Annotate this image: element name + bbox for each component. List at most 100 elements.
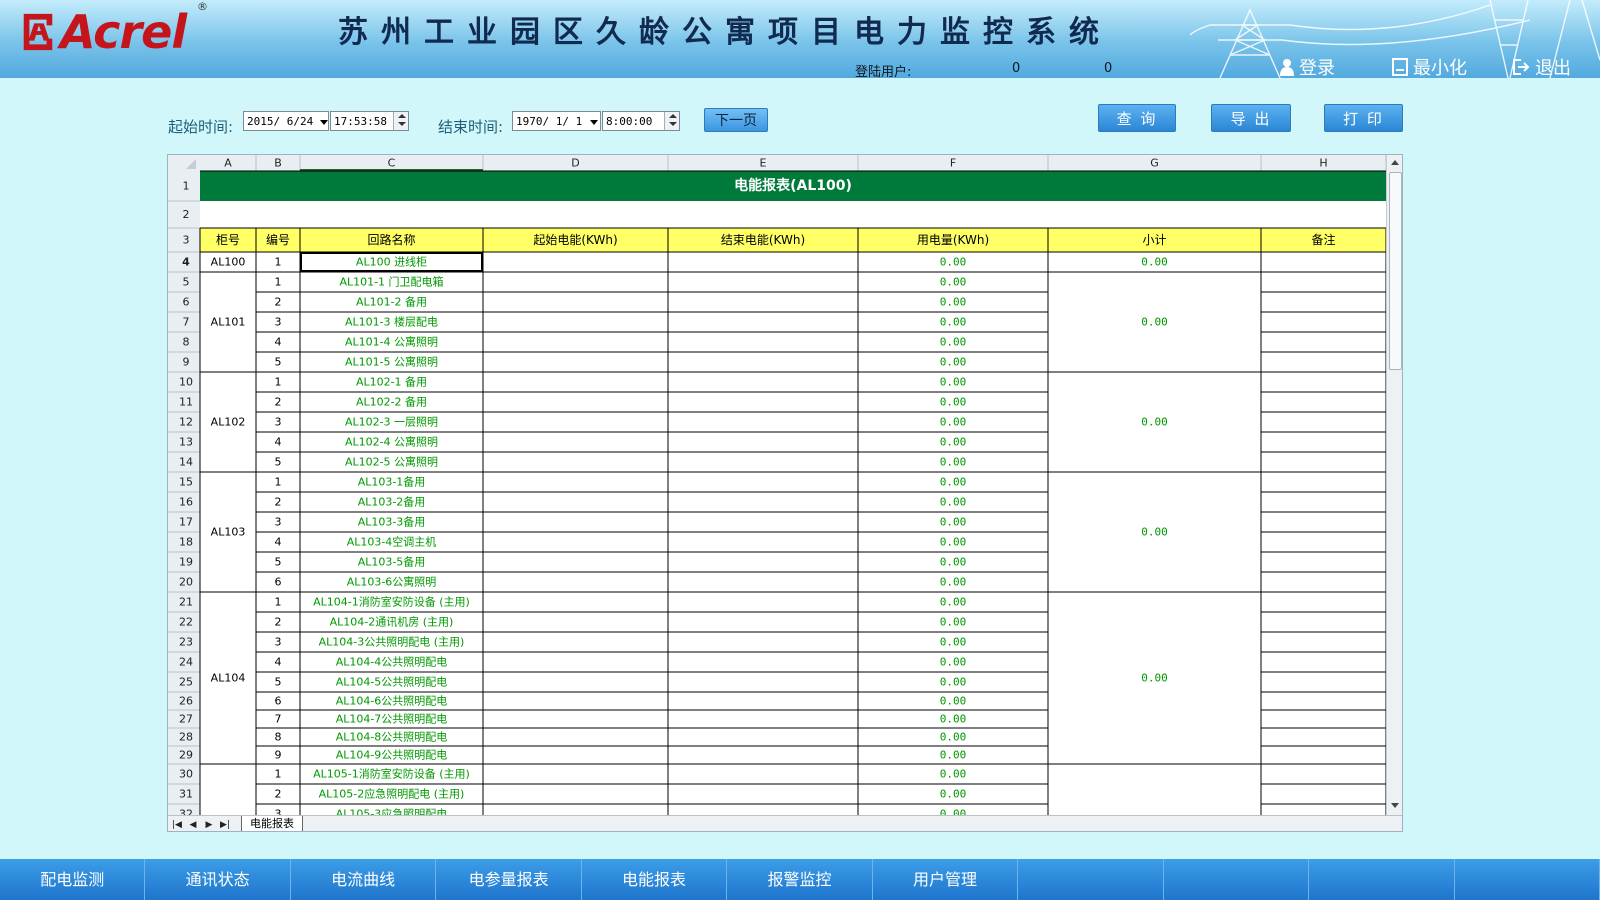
column-header-A: A — [224, 157, 232, 170]
nav-item-3[interactable]: 电参量报表 — [436, 859, 582, 900]
circuit-number: 3 — [275, 416, 282, 429]
app-header: Acrel ® 苏州工业园区久龄公寓项目电力监控系统 登陆用户: 0 0 登录 … — [0, 0, 1600, 78]
nav-item-5[interactable]: 报警监控 — [727, 859, 873, 900]
row-number-10: 10 — [179, 376, 193, 389]
row-number-4: 4 — [182, 256, 190, 269]
nav-item-10[interactable] — [1455, 859, 1600, 900]
row-number-32: 32 — [179, 808, 193, 816]
start-date-picker[interactable]: 2015/ 6/24 — [243, 111, 329, 131]
end-date-picker[interactable]: 1970/ 1/ 1 — [512, 111, 601, 131]
circuit-number: 5 — [275, 676, 282, 689]
scroll-thumb[interactable] — [1389, 172, 1402, 370]
sheet-tab-energy-report[interactable]: 电能报表 — [241, 816, 303, 831]
row-number-15: 15 — [179, 476, 193, 489]
usage-value: 0.00 — [940, 536, 967, 549]
circuit-number: 2 — [275, 616, 282, 629]
subtotal-value: 0.00 — [1141, 316, 1168, 329]
scroll-up-icon[interactable] — [1391, 160, 1399, 165]
nav-item-9[interactable] — [1309, 859, 1455, 900]
usage-value: 0.00 — [940, 516, 967, 529]
row-number-5: 5 — [183, 276, 190, 289]
report-spreadsheet[interactable]: A B C D E F G H 电能报表(AL100) 柜号 编号 回路名称 起始电能(KWh) 结束电能… — [167, 154, 1403, 832]
circuit-number: 1 — [275, 376, 282, 389]
circuit-number: 2 — [275, 396, 282, 409]
table-header-3: 起始电能(KWh) — [533, 233, 617, 247]
circuit-name: AL104-8公共照明配电 — [336, 731, 448, 744]
nav-item-2[interactable]: 电流曲线 — [291, 859, 437, 900]
usage-value: 0.00 — [940, 768, 967, 781]
circuit-name: AL102-4 公寓照明 — [345, 435, 438, 449]
minimize-button[interactable]: 最小化 — [1392, 57, 1467, 78]
row-number-22: 22 — [179, 616, 193, 629]
nav-item-4[interactable]: 电能报表 — [582, 859, 728, 900]
row-number-17: 17 — [179, 516, 193, 529]
query-button[interactable]: 查 询 — [1098, 104, 1176, 132]
row-number-3: 3 — [183, 234, 190, 247]
user-icon — [1280, 59, 1294, 76]
row-number-21: 21 — [179, 596, 193, 609]
row-number-26: 26 — [179, 695, 193, 708]
circuit-number: 8 — [275, 731, 282, 744]
cabinet-id: AL103 — [211, 526, 246, 539]
row-number-24: 24 — [179, 656, 193, 669]
end-time-spinner-icon[interactable] — [664, 112, 679, 130]
nav-item-8[interactable] — [1164, 859, 1310, 900]
usage-value: 0.00 — [940, 616, 967, 629]
usage-value: 0.00 — [940, 731, 967, 744]
circuit-name: AL104-2通讯机房 (主用) — [330, 615, 454, 629]
usage-value: 0.00 — [940, 456, 967, 469]
circuit-number: 1 — [275, 768, 282, 781]
row-number-30: 30 — [179, 768, 193, 781]
dropdown-arrow-icon[interactable] — [590, 120, 598, 125]
circuit-name: AL101-1 门卫配电箱 — [339, 275, 443, 289]
circuit-name: AL102-3 一层照明 — [345, 416, 438, 429]
vertical-scrollbar[interactable] — [1386, 155, 1402, 815]
export-button[interactable]: 导 出 — [1211, 104, 1291, 132]
row-number-25: 25 — [179, 676, 193, 689]
circuit-name: AL102-2 备用 — [356, 395, 427, 409]
circuit-name: AL103-3备用 — [358, 515, 426, 529]
circuit-name: AL105-2应急照明配电 (主用) — [319, 787, 465, 801]
tab-last-icon[interactable]: ▶| — [219, 819, 231, 831]
circuit-number: 5 — [275, 456, 282, 469]
circuit-name: AL102-5 公寓照明 — [345, 455, 438, 469]
nav-item-0[interactable]: 配电监测 — [0, 859, 146, 900]
cabinet-id: AL100 — [211, 256, 246, 269]
circuit-number: 2 — [275, 296, 282, 309]
table-header-0: 柜号 — [216, 233, 240, 247]
subtotal-value: 0.00 — [1141, 526, 1168, 539]
circuit-name: AL103-1备用 — [358, 475, 426, 489]
print-button[interactable]: 打 印 — [1324, 104, 1403, 132]
end-time-label: 结束时间: — [438, 118, 504, 136]
circuit-name: AL104-9公共照明配电 — [336, 749, 448, 762]
login-button[interactable]: 登录 — [1280, 57, 1335, 78]
end-time-input[interactable]: 8:00:00 — [602, 111, 680, 131]
dropdown-arrow-icon[interactable] — [320, 120, 328, 125]
usage-value: 0.00 — [940, 576, 967, 589]
exit-button[interactable]: 退出 — [1512, 57, 1571, 78]
next-page-button[interactable]: 下一页 — [704, 108, 768, 132]
row-number-1: 1 — [183, 180, 190, 193]
usage-value: 0.00 — [940, 336, 967, 349]
table-header-5: 用电量(KWh) — [917, 233, 989, 247]
usage-value: 0.00 — [940, 256, 967, 269]
usage-value: 0.00 — [940, 416, 967, 429]
tab-next-icon[interactable]: ▶ — [203, 819, 215, 831]
start-time-spinner-icon[interactable] — [393, 112, 408, 130]
column-header-B: B — [274, 157, 282, 170]
start-time-input[interactable]: 17:53:58 — [330, 111, 409, 131]
circuit-number: 4 — [275, 536, 282, 549]
row-number-14: 14 — [179, 456, 193, 469]
circuit-number: 2 — [275, 496, 282, 509]
nav-item-6[interactable]: 用户管理 — [873, 859, 1019, 900]
usage-value: 0.00 — [940, 496, 967, 509]
scroll-down-icon[interactable] — [1391, 803, 1399, 808]
column-header-E: E — [760, 157, 767, 170]
circuit-name: AL104-5公共照明配电 — [336, 676, 448, 689]
nav-item-7[interactable] — [1018, 859, 1164, 900]
tab-first-icon[interactable]: |◀ — [171, 819, 183, 831]
usage-value: 0.00 — [940, 749, 967, 762]
nav-item-1[interactable]: 通讯状态 — [145, 859, 291, 900]
tab-prev-icon[interactable]: ◀ — [187, 819, 199, 831]
usage-value: 0.00 — [940, 695, 967, 708]
